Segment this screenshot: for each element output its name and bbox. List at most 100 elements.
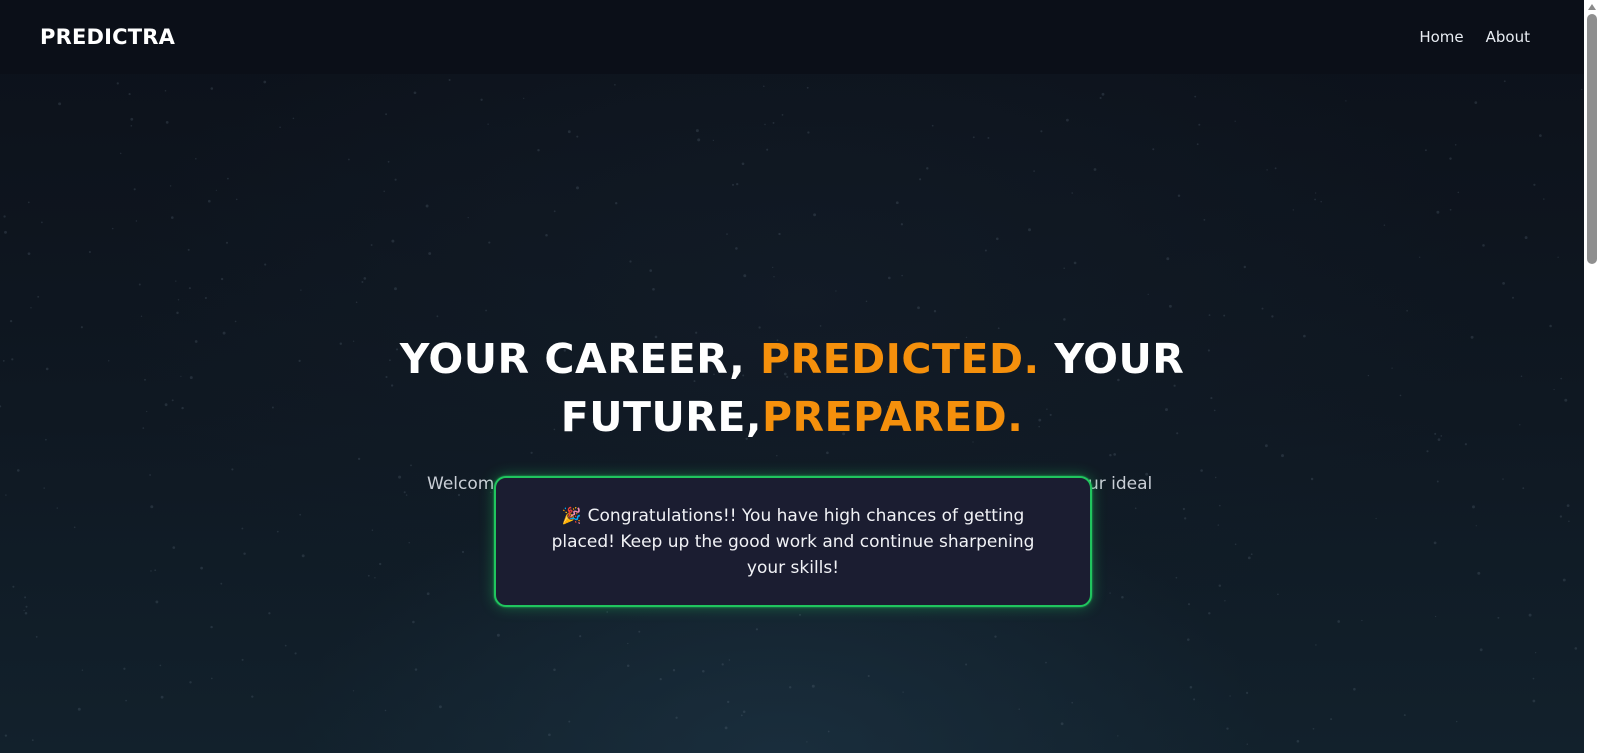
background-speck — [1375, 517, 1377, 520]
background-speck — [649, 269, 652, 272]
background-speck — [125, 699, 127, 702]
background-speck — [150, 505, 154, 509]
background-speck — [116, 82, 119, 85]
background-speck — [1187, 638, 1190, 641]
background-speck — [1223, 314, 1226, 317]
nav-link-about[interactable]: About — [1486, 28, 1530, 46]
nav-link-home[interactable]: Home — [1419, 28, 1463, 46]
background-speck — [88, 250, 91, 254]
background-speck — [1166, 257, 1170, 261]
background-speck — [410, 464, 412, 467]
background-speck — [984, 249, 987, 252]
background-speck — [155, 600, 159, 604]
background-speck — [1117, 735, 1119, 737]
background-speck — [200, 566, 203, 570]
background-speck — [268, 612, 271, 615]
background-speck — [776, 455, 778, 457]
background-speck — [379, 562, 382, 566]
headline-part: FUTURE, — [560, 393, 762, 441]
page: PREDICTRA Home About YOUR CAREER, PREDIC… — [0, 0, 1600, 753]
background-speck — [385, 113, 388, 116]
background-speck — [1261, 307, 1264, 310]
background-speck — [1101, 92, 1105, 96]
background-speck — [394, 287, 397, 291]
background-speck — [165, 121, 169, 124]
background-speck — [1482, 244, 1485, 247]
background-speck — [436, 315, 439, 318]
background-speck — [1345, 100, 1347, 102]
background-speck — [3, 215, 6, 218]
background-speck — [35, 636, 38, 638]
background-speck — [778, 232, 781, 236]
background-speck — [58, 102, 62, 106]
background-speck — [1093, 168, 1097, 171]
background-speck — [1063, 267, 1065, 269]
background-speck — [140, 315, 143, 317]
background-speck — [135, 220, 138, 222]
background-speck — [1246, 691, 1249, 694]
background-speck — [1456, 720, 1458, 723]
background-speck — [626, 664, 630, 668]
background-speck — [1292, 209, 1294, 211]
background-speck — [1281, 454, 1284, 458]
background-speck — [695, 129, 699, 133]
background-speck — [176, 311, 179, 315]
background-speck — [414, 668, 418, 671]
background-speck — [965, 663, 968, 666]
background-speck — [480, 98, 483, 101]
background-speck — [195, 158, 197, 160]
background-speck — [827, 730, 830, 733]
background-speck — [721, 663, 724, 666]
hero-section: YOUR CAREER, PREDICTED. YOUR FUTURE,PREP… — [0, 330, 1584, 446]
background-speck — [264, 263, 267, 266]
background-speck — [1312, 727, 1315, 730]
background-speck — [384, 709, 387, 712]
background-speck — [901, 274, 903, 277]
background-speck — [1189, 685, 1193, 689]
background-speck — [210, 677, 213, 680]
background-speck — [741, 162, 745, 166]
background-speck — [1426, 450, 1429, 453]
background-speck — [1246, 743, 1249, 745]
background-speck — [284, 644, 287, 647]
background-speck — [712, 139, 715, 142]
scroll-up-arrow-icon[interactable] — [1588, 4, 1596, 10]
background-speck — [867, 674, 870, 678]
hero-subtitle-left: Welcom — [427, 474, 495, 494]
background-speck — [806, 86, 809, 89]
background-speck — [292, 117, 295, 120]
nav-links: Home About — [1419, 28, 1530, 46]
background-speck — [1113, 453, 1117, 456]
background-speck — [30, 307, 32, 309]
background-speck — [235, 198, 238, 201]
background-speck — [1217, 524, 1220, 526]
scrollbar-thumb[interactable] — [1587, 14, 1597, 264]
logo[interactable]: PREDICTRA — [40, 25, 175, 49]
background-speck — [1502, 282, 1505, 285]
toast-text: Congratulations!! You have high chances … — [551, 505, 1035, 578]
scrollbar[interactable] — [1584, 0, 1600, 753]
background-speck — [225, 241, 229, 244]
background-speck — [1533, 183, 1536, 186]
background-speck — [1229, 695, 1231, 697]
background-speck — [1549, 324, 1552, 328]
background-speck — [788, 686, 792, 689]
background-speck — [996, 237, 999, 241]
background-speck — [1184, 517, 1187, 520]
background-speck — [172, 546, 176, 549]
prediction-result-toast: 🎉 Congratulations!! You have high chances… — [494, 476, 1092, 607]
background-speck — [806, 741, 808, 743]
background-speck — [1539, 134, 1542, 137]
background-speck — [24, 611, 28, 615]
background-speck — [1457, 191, 1460, 194]
background-speck — [1218, 584, 1222, 587]
background-speck — [220, 277, 224, 281]
background-speck — [1361, 619, 1363, 622]
background-speck — [826, 451, 829, 455]
background-speck — [1314, 192, 1317, 194]
background-speck — [461, 550, 465, 554]
background-speck — [251, 695, 254, 698]
background-speck — [1033, 170, 1035, 172]
background-speck — [576, 135, 579, 138]
background-speck — [81, 669, 84, 671]
